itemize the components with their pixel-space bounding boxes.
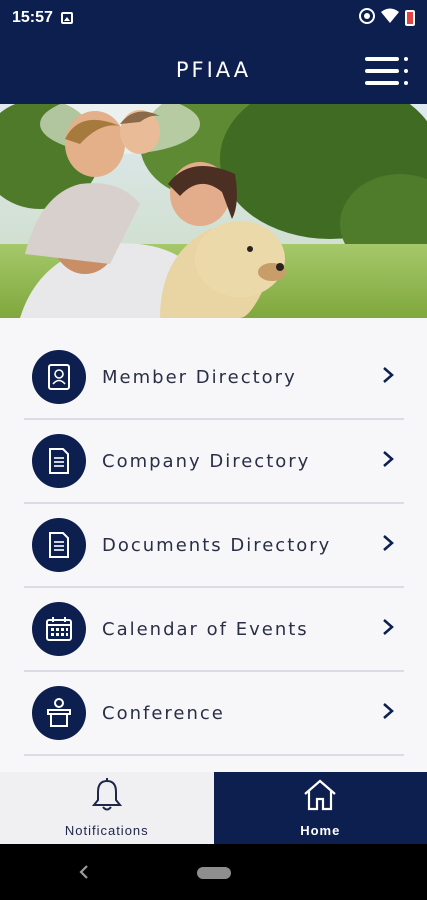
menu-item-label: Company Directory <box>102 450 311 472</box>
status-icons <box>359 7 415 29</box>
document-icon <box>32 518 86 572</box>
menu-item-label: Documents Directory <box>102 534 332 556</box>
status-time: 15:57 <box>12 9 53 26</box>
app-header: PFIAA <box>0 36 427 104</box>
status-bar: 15:57 <box>0 0 427 36</box>
hero-image <box>0 104 427 318</box>
tab-home[interactable]: Home <box>213 772 427 844</box>
image-notification-icon <box>60 12 73 24</box>
menu-item-company-directory[interactable]: Company Directory <box>24 420 404 504</box>
menu-item-label: Calendar of Events <box>102 618 309 640</box>
hotspot-icon <box>359 7 375 29</box>
tab-label: Notifications <box>64 823 149 838</box>
podium-speaker-icon <box>32 686 86 740</box>
wifi-icon <box>381 8 399 29</box>
chevron-right-icon <box>382 534 394 557</box>
home-pill[interactable] <box>197 867 231 879</box>
hamburger-menu-icon[interactable] <box>365 55 409 87</box>
menu-item-label: Conference <box>102 702 225 724</box>
member-card-icon <box>32 350 86 404</box>
menu-item-documents-directory[interactable]: Documents Directory <box>24 504 404 588</box>
app-title: PFIAA <box>175 58 252 82</box>
menu-item-label: Member Directory <box>102 366 297 388</box>
menu-item-member-directory[interactable]: Member Directory <box>24 336 404 420</box>
chevron-right-icon <box>382 618 394 641</box>
battery-low-icon <box>405 10 415 26</box>
system-nav-bar <box>0 844 427 900</box>
menu-item-calendar-of-events[interactable]: Calendar of Events <box>24 588 404 672</box>
family-with-dog-in-park-photo <box>0 104 427 318</box>
back-icon[interactable] <box>74 862 94 882</box>
document-icon <box>32 434 86 488</box>
tab-label: Home <box>300 823 341 838</box>
chevron-right-icon <box>382 702 394 725</box>
home-icon <box>302 778 338 817</box>
bell-icon <box>91 778 123 817</box>
chevron-right-icon <box>382 366 394 389</box>
bottom-tab-bar: Notifications Home <box>0 772 427 844</box>
tab-notifications[interactable]: Notifications <box>0 772 214 844</box>
chevron-right-icon <box>382 450 394 473</box>
calendar-icon <box>32 602 86 656</box>
menu-item-conference[interactable]: Conference <box>24 672 404 756</box>
